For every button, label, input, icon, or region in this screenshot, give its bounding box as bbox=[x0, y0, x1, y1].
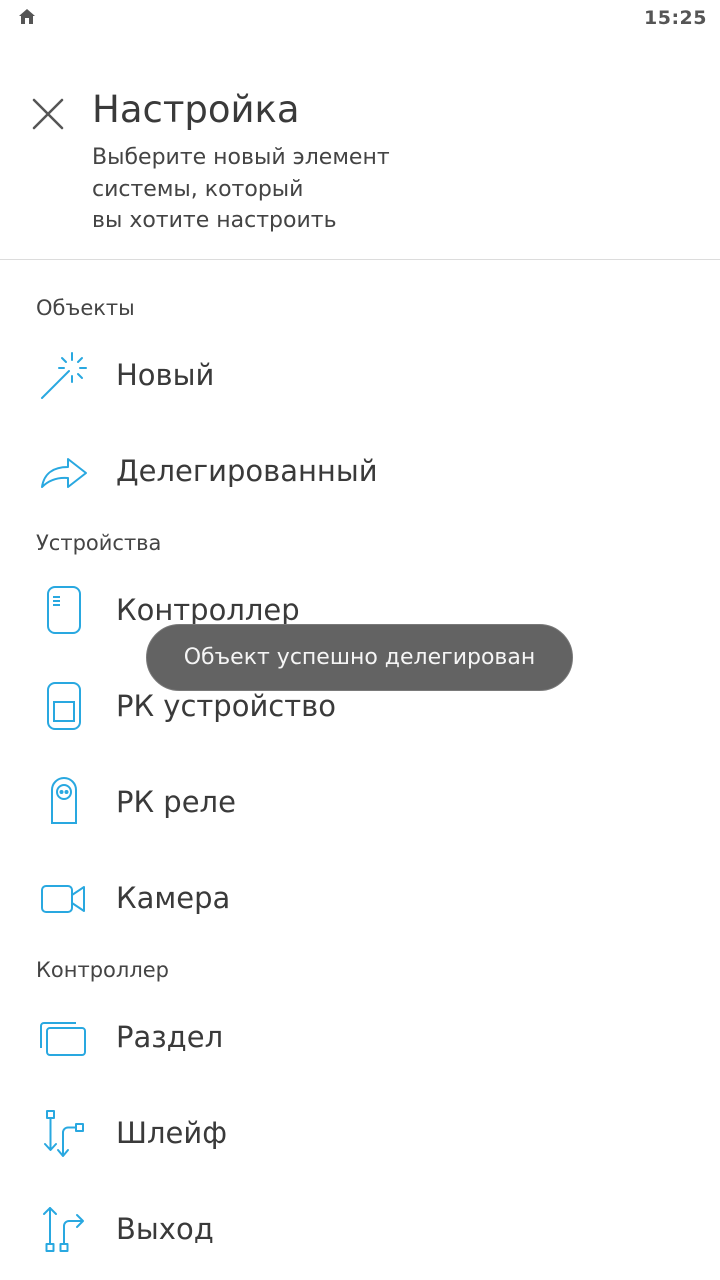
section-title-objects: Объекты bbox=[36, 296, 135, 320]
loop-icon bbox=[36, 1105, 92, 1161]
close-button[interactable] bbox=[28, 94, 68, 134]
menu-label-delegated: Делегированный bbox=[116, 454, 378, 488]
page-title: Настройка bbox=[92, 88, 300, 131]
menu-item-output[interactable]: Выход bbox=[0, 1181, 720, 1277]
menu-item-loop[interactable]: Шлейф bbox=[0, 1085, 720, 1181]
menu-label-partition: Раздел bbox=[116, 1020, 224, 1054]
menu-label-rk-relay: РК реле bbox=[116, 785, 236, 819]
menu-label-controller: Контроллер bbox=[116, 593, 300, 627]
menu-item-new[interactable]: Новый bbox=[0, 327, 720, 423]
status-time: 15:25 bbox=[644, 7, 707, 29]
toast-text: Объект успешно делегирован bbox=[183, 645, 536, 670]
rk-device-icon bbox=[36, 678, 92, 734]
menu-item-delegated[interactable]: Делегированный bbox=[0, 423, 720, 519]
menu-label-output: Выход bbox=[116, 1212, 214, 1246]
controller-icon bbox=[36, 582, 92, 638]
header: Настройка Выберите новый элемент системы… bbox=[0, 60, 720, 260]
toast-notification: Объект успешно делегирован bbox=[146, 624, 573, 691]
section-title-devices: Устройства bbox=[36, 531, 162, 555]
rk-relay-icon bbox=[36, 774, 92, 830]
close-icon bbox=[28, 98, 68, 138]
magic-wand-icon bbox=[36, 347, 92, 403]
menu-item-partition[interactable]: Раздел bbox=[0, 989, 720, 1085]
share-arrow-icon bbox=[36, 443, 92, 499]
camera-icon bbox=[36, 870, 92, 926]
section-title-controller: Контроллер bbox=[36, 958, 169, 982]
output-icon bbox=[36, 1201, 92, 1257]
status-bar: 15:25 bbox=[0, 0, 720, 40]
menu-item-camera[interactable]: Камера bbox=[0, 850, 720, 946]
menu-label-loop: Шлейф bbox=[116, 1116, 228, 1150]
partition-icon bbox=[36, 1009, 92, 1065]
page-subtitle: Выберите новый элемент системы, который … bbox=[92, 145, 390, 233]
home-icon bbox=[17, 7, 37, 27]
menu-item-rk-relay[interactable]: РК реле bbox=[0, 754, 720, 850]
menu-label-camera: Камера bbox=[116, 881, 231, 915]
menu-label-rk-device: РК устройство bbox=[116, 689, 336, 723]
menu-label-new: Новый bbox=[116, 358, 215, 392]
